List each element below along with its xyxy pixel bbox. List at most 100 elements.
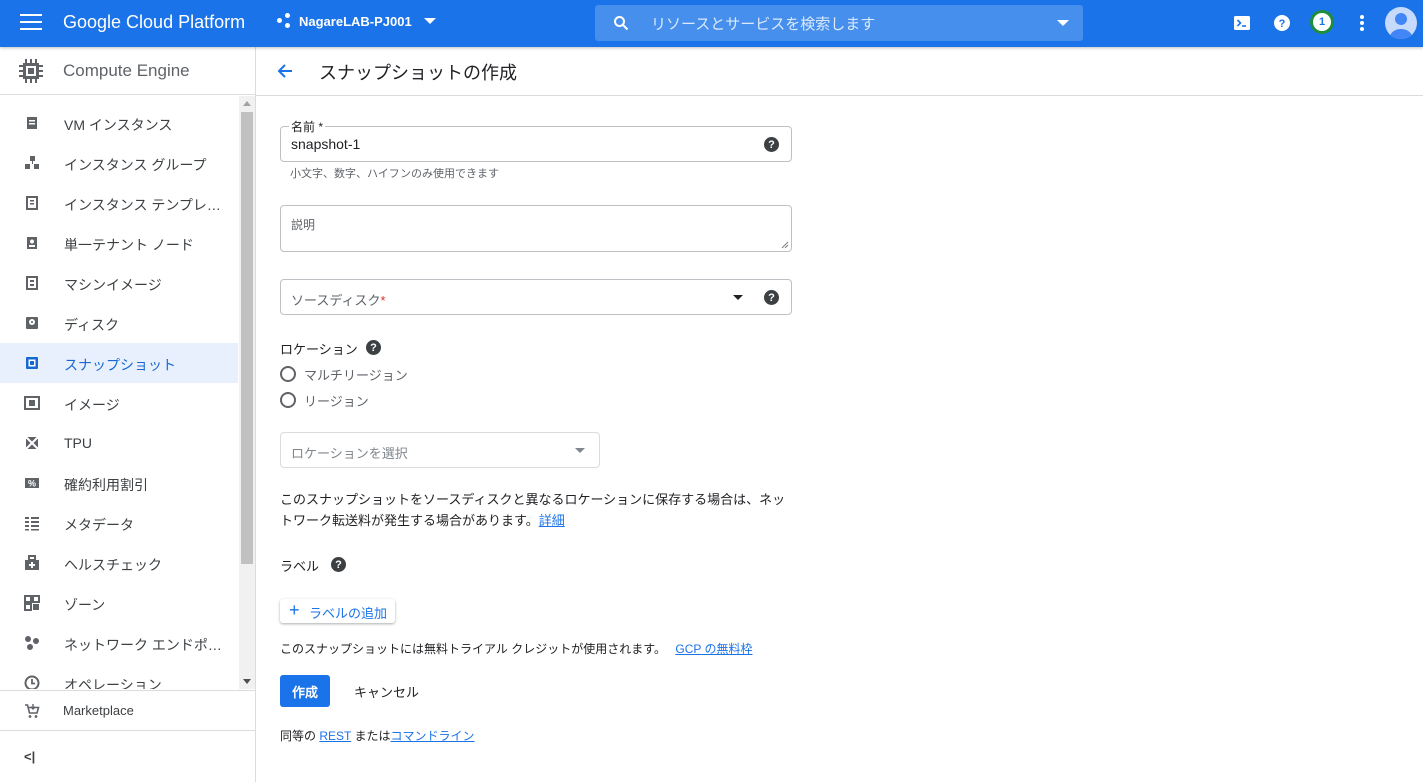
scrollbar-thumb[interactable] (241, 112, 253, 564)
search-dropdown-icon[interactable] (1057, 20, 1069, 26)
svg-text:?: ? (1279, 18, 1286, 30)
sidebar-scrollbar[interactable] (239, 96, 255, 689)
marketplace-label: Marketplace (63, 703, 134, 718)
source-disk-help-icon[interactable]: ? (764, 290, 779, 305)
sidebar-item-label: イメージ (64, 397, 120, 413)
account-icon (1390, 13, 1412, 39)
source-disk-select[interactable]: ソースディスク* ? (280, 279, 792, 315)
sidebar-item-committed-use[interactable]: % 確約利用割引 (0, 463, 238, 503)
disk-icon (26, 317, 38, 329)
vm-instances-icon (27, 117, 37, 129)
top-app-bar: Google Cloud Platform NagareLAB-PJ001 リソ… (0, 0, 1423, 47)
project-selector[interactable]: NagareLAB-PJ001 (277, 13, 436, 29)
notification-badge[interactable]: 1 (1310, 10, 1334, 34)
scroll-up-icon[interactable] (243, 101, 251, 106)
description-field[interactable]: 説明 (280, 205, 792, 252)
sidebar-item-label: TPU (64, 435, 92, 451)
source-disk-label: ソースディスク* (291, 293, 386, 308)
sidebar-item-label: ヘルスチェック (64, 557, 162, 573)
equivalent-middle: または (354, 729, 391, 743)
plus-icon: + (289, 600, 300, 620)
chevron-down-icon (423, 18, 436, 24)
rest-link[interactable]: REST (319, 729, 351, 743)
cloud-shell-icon[interactable] (1231, 12, 1253, 34)
create-button[interactable]: 作成 (280, 675, 330, 707)
search-bar[interactable]: リソースとサービスを検索します (595, 5, 1083, 41)
equivalent-commands: 同等の REST またはコマンドライン (280, 727, 475, 744)
back-arrow-icon[interactable] (274, 60, 296, 82)
compute-engine-icon (19, 59, 43, 83)
resize-handle-icon[interactable] (781, 241, 789, 249)
sidebar-item-label: オペレーション (64, 677, 162, 689)
location-notice-line1: このスナップショットをソースディスクと異なるロケーションに保存する場合は、ネッ (280, 492, 786, 507)
sidebar-item-tpu[interactable]: TPU (0, 423, 238, 463)
snapshot-icon (26, 357, 38, 369)
sidebar-item-images[interactable]: イメージ (0, 383, 238, 423)
command-line-link[interactable]: コマンドライン (391, 729, 475, 743)
health-check-icon (25, 555, 39, 570)
search-icon (614, 16, 629, 31)
radio-region[interactable] (280, 392, 296, 408)
instance-templates-icon (26, 196, 38, 210)
learn-more-link[interactable]: 詳細 (539, 513, 565, 528)
avatar[interactable] (1385, 7, 1417, 39)
sidebar-item-label: VM インスタンス (64, 117, 173, 133)
sidebar-item-label: インスタンス テンプレート (64, 197, 224, 213)
sidebar-item-label: 単一テナント ノード (64, 237, 194, 253)
sidebar-item-marketplace[interactable]: Marketplace (0, 690, 255, 730)
sidebar-item-health-checks[interactable]: ヘルスチェック (0, 543, 238, 583)
page-title: スナップショットの作成 (319, 63, 517, 83)
collapse-icon: <| (24, 749, 36, 764)
radio-region-label: リージョン (304, 394, 369, 409)
tpu-icon (25, 436, 39, 450)
sidebar-item-label: マシンイメージ (64, 277, 162, 293)
sidebar-item-network-endpoints[interactable]: ネットワーク エンドポイント グループ (0, 623, 238, 663)
menu-icon[interactable] (20, 14, 42, 32)
sidebar-item-label: スナップショット (64, 357, 176, 373)
sidebar-item-label: ゾーン (64, 597, 106, 613)
labels-label: ラベル (280, 559, 320, 574)
radio-multi-region[interactable] (280, 366, 296, 382)
trial-notice: このスナップショットには無料トライアル クレジットが使用されます。 GCP の無… (280, 640, 753, 657)
free-tier-link[interactable]: GCP の無料枠 (675, 642, 752, 656)
sidebar-item-sole-tenant[interactable]: 単一テナント ノード (0, 223, 238, 263)
location-select[interactable]: ロケーションを選択 (280, 432, 600, 468)
name-input[interactable]: snapshot-1 (291, 136, 360, 152)
location-help-icon[interactable]: ? (366, 340, 381, 355)
sidebar-item-zones[interactable]: ゾーン (0, 583, 238, 623)
collapse-sidebar-button[interactable]: <| (0, 730, 255, 782)
add-label-button[interactable]: + ラベルの追加 (280, 599, 395, 623)
name-hint: 小文字、数字、ハイフンのみ使用できます (290, 168, 499, 180)
sidebar-item-disks[interactable]: ディスク (0, 303, 238, 343)
sidebar-item-machine-images[interactable]: マシンイメージ (0, 263, 238, 303)
operations-icon (24, 675, 40, 689)
brand-title[interactable]: Google Cloud Platform (63, 12, 245, 33)
machine-image-icon (26, 276, 38, 290)
help-icon[interactable]: ? (1271, 12, 1293, 34)
search-placeholder: リソースとサービスを検索します (651, 15, 876, 33)
location-label: ロケーション (280, 342, 358, 357)
zones-icon (24, 595, 40, 611)
location-select-placeholder: ロケーションを選択 (291, 446, 408, 461)
instance-groups-icon (25, 156, 39, 169)
sidebar-item-instance-groups[interactable]: インスタンス グループ (0, 143, 238, 183)
more-vert-icon[interactable] (1351, 12, 1373, 34)
sidebar-item-operations[interactable]: オペレーション (0, 663, 238, 689)
sidebar-item-label: インスタンス グループ (64, 157, 207, 173)
name-label: 名前 * (289, 118, 326, 135)
scroll-down-icon[interactable] (243, 679, 251, 684)
name-field[interactable]: 名前 * snapshot-1 ? (280, 118, 792, 162)
cancel-button[interactable]: キャンセル (354, 682, 419, 701)
project-dots-icon (277, 13, 293, 29)
labels-help-icon[interactable]: ? (331, 557, 346, 572)
sidebar-item-vm-instances[interactable]: VM インスタンス (0, 103, 238, 143)
sidebar-item-label: 確約利用割引 (64, 477, 148, 493)
sidebar-item-instance-templates[interactable]: インスタンス テンプレート (0, 183, 238, 223)
location-notice-line2: トワーク転送料が発生する場合があります。 (280, 513, 539, 528)
sidebar-header: Compute Engine (0, 47, 255, 95)
location-notice: このスナップショットをソースディスクと異なるロケーションに保存する場合は、ネッ … (280, 489, 800, 531)
name-help-icon[interactable]: ? (764, 137, 779, 152)
sidebar-item-metadata[interactable]: メタデータ (0, 503, 238, 543)
sidebar-item-snapshots[interactable]: スナップショット (0, 343, 238, 383)
add-label-text: ラベルの追加 (309, 606, 388, 621)
